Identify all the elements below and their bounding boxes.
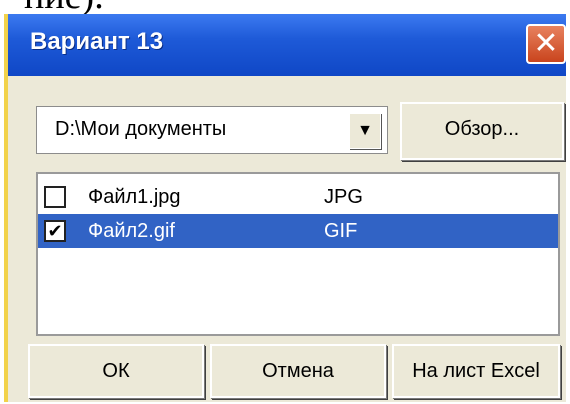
close-icon: ✕: [533, 27, 559, 60]
button-bar: ОК Отмена На лист Excel: [28, 344, 562, 400]
file-1-checkbox[interactable]: [44, 186, 66, 208]
title-bar[interactable]: Вариант 13 ✕: [8, 14, 566, 76]
path-dropdown[interactable]: D:\Мои документы ▼: [36, 106, 388, 154]
path-value: D:\Мои документы: [55, 118, 227, 140]
chevron-down-icon: ▼: [357, 122, 373, 139]
file-row-2[interactable]: ✔ Файл2.gif GIF: [38, 214, 558, 248]
cancel-button[interactable]: Отмена: [210, 344, 386, 398]
dialog-window: Вариант 13 ✕ D:\Мои документы ▼ Обзор...…: [4, 14, 566, 402]
window-title: Вариант 13: [30, 28, 164, 55]
ok-button[interactable]: ОК: [28, 344, 204, 398]
browse-button[interactable]: Обзор...: [400, 102, 564, 160]
file-row-1[interactable]: Файл1.jpg JPG: [38, 180, 558, 214]
file-1-name: Файл1.jpg: [88, 186, 181, 208]
file-2-checkbox[interactable]: ✔: [44, 220, 66, 242]
file-1-type: JPG: [324, 186, 363, 208]
file-2-type: GIF: [324, 220, 358, 242]
file-2-name: Файл2.gif: [88, 220, 175, 242]
dropdown-arrow-button[interactable]: ▼: [349, 113, 381, 149]
close-button[interactable]: ✕: [526, 24, 566, 64]
excel-export-button[interactable]: На лист Excel: [392, 344, 560, 398]
file-list[interactable]: Файл1.jpg JPG ✔ Файл2.gif GIF: [36, 172, 560, 336]
